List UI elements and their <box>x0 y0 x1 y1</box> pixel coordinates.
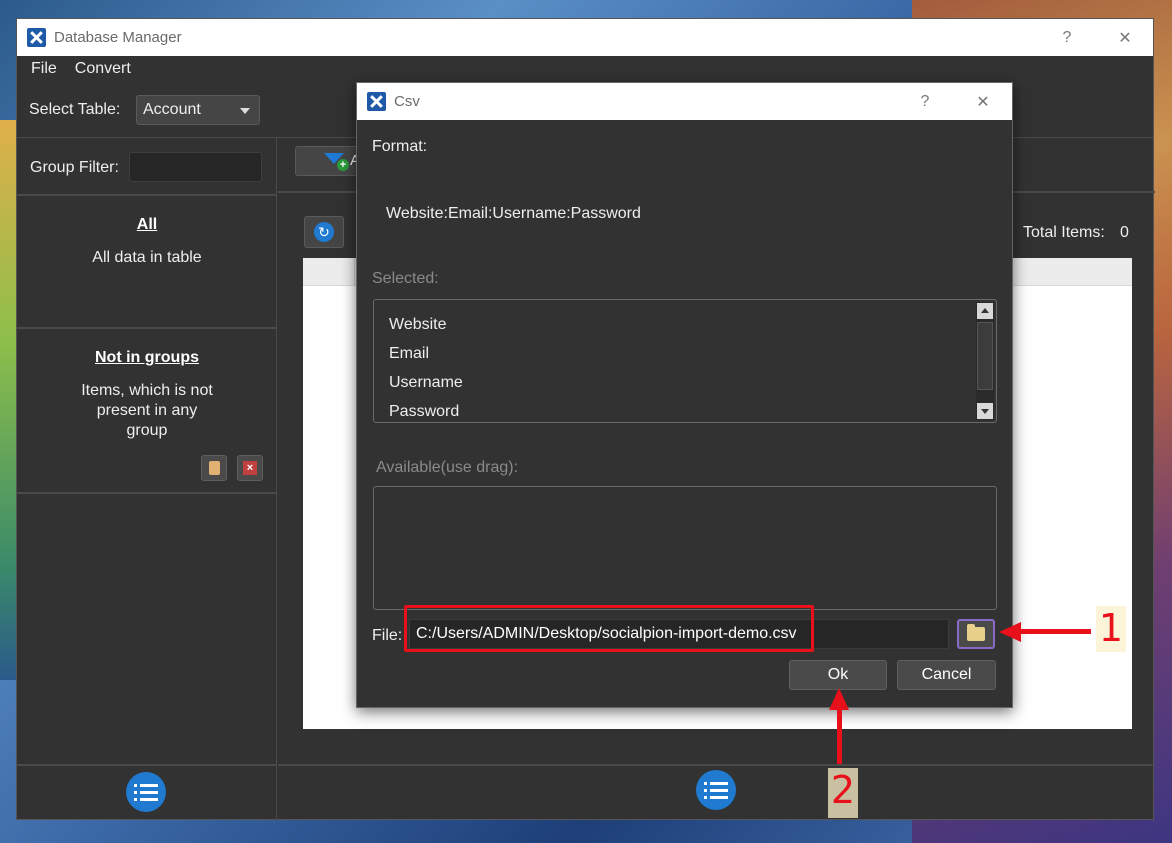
list-icon[interactable] <box>696 770 736 810</box>
refresh-icon: ↻ <box>314 222 334 242</box>
selected-listbox[interactable]: Website Email Username Password <box>373 299 997 423</box>
list-item[interactable]: Username <box>374 368 996 397</box>
file-label: File: <box>372 627 403 644</box>
group-filter-input[interactable] <box>129 152 262 182</box>
groups-panel: Group Filter: All All data in table Not … <box>17 138 277 821</box>
refresh-button[interactable]: ↻ <box>304 216 344 248</box>
format-label: Format: <box>372 138 428 155</box>
divider <box>278 764 1155 766</box>
list-item[interactable]: Email <box>374 339 996 368</box>
list-item[interactable]: Website <box>374 310 996 339</box>
group-not-in-groups-desc: Items, which is not present in any group <box>81 382 213 439</box>
cancel-button[interactable]: Cancel <box>897 660 996 690</box>
group-not-in-groups-title[interactable]: Not in groups <box>17 349 277 367</box>
close-button[interactable]: ✕ <box>1105 19 1145 56</box>
selected-scrollbar[interactable] <box>976 302 994 420</box>
total-items-value: 0 <box>1120 224 1129 241</box>
arrow-2-line <box>837 708 842 764</box>
total-items-label: Total Items: <box>1023 224 1105 241</box>
available-label: Available(use drag): <box>376 459 519 476</box>
file-path-highlight <box>404 605 814 652</box>
step-label-1: 1 <box>1096 606 1126 652</box>
group-all-desc: All data in table <box>92 249 202 266</box>
dialog-close-button[interactable]: ✕ <box>963 83 1003 120</box>
list-icon[interactable] <box>126 772 166 812</box>
menu-file[interactable]: File <box>31 60 57 78</box>
delete-icon: × <box>243 461 257 475</box>
list-item[interactable]: Password <box>374 397 996 422</box>
clipboard-button[interactable] <box>201 455 227 481</box>
menu-convert[interactable]: Convert <box>75 60 131 78</box>
dialog-help-button[interactable]: ? <box>905 83 945 120</box>
menubar: File Convert <box>17 56 1153 82</box>
dialog-title: Csv <box>394 93 420 110</box>
divider <box>17 327 277 329</box>
scroll-down-icon[interactable] <box>977 403 993 419</box>
divider <box>17 194 277 196</box>
arrow-1-line <box>1019 629 1091 634</box>
group-filter-label: Group Filter: <box>30 159 119 176</box>
divider <box>17 492 277 494</box>
app-logo-icon <box>27 28 46 47</box>
format-value: Website:Email:Username:Password <box>386 205 641 222</box>
select-table-combo[interactable]: Account <box>136 95 260 125</box>
scroll-thumb[interactable] <box>977 322 993 390</box>
step-label-2: 2 <box>828 768 858 818</box>
select-table-label: Select Table: <box>29 101 121 118</box>
delete-group-button[interactable]: × <box>237 455 263 481</box>
help-button[interactable]: ? <box>1047 19 1087 56</box>
ok-button[interactable]: Ok <box>789 660 887 690</box>
available-listbox[interactable] <box>373 486 997 610</box>
window-title: Database Manager <box>54 29 182 46</box>
arrow-2-head <box>829 688 849 710</box>
main-titlebar: Database Manager ? ✕ <box>17 19 1153 56</box>
selected-label: Selected: <box>372 270 439 287</box>
scroll-up-icon[interactable] <box>977 303 993 319</box>
divider <box>17 764 277 766</box>
dialog-titlebar: Csv ? ✕ <box>357 83 1012 120</box>
select-table-value: Account <box>143 101 201 118</box>
app-logo-icon <box>367 92 386 111</box>
arrow-1-head <box>999 622 1021 642</box>
clipboard-icon <box>208 461 220 475</box>
browse-file-button[interactable] <box>957 619 995 649</box>
folder-icon <box>967 624 985 641</box>
group-all-title[interactable]: All <box>17 216 277 234</box>
chevron-down-icon <box>240 108 250 114</box>
